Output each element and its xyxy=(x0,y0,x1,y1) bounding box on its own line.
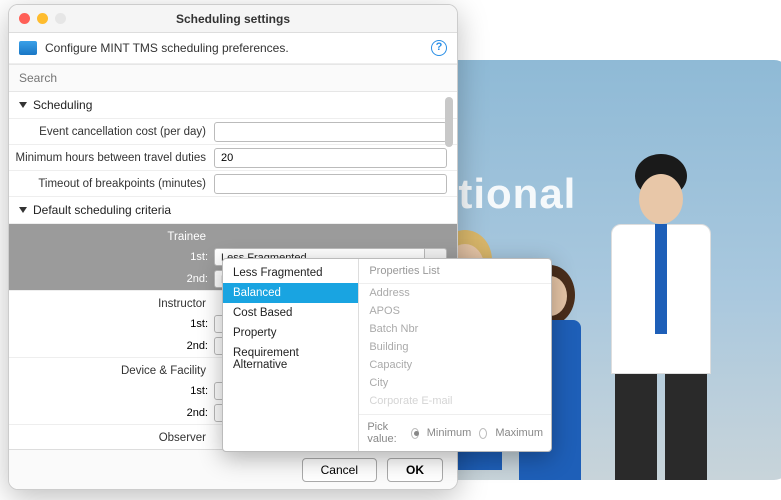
min-hours-input[interactable] xyxy=(214,148,447,168)
titlebar: Scheduling settings xyxy=(9,5,457,33)
cancel-button[interactable]: Cancel xyxy=(302,458,377,482)
prop-item[interactable]: Address xyxy=(359,284,551,302)
section-criteria[interactable]: Default scheduling criteria xyxy=(9,197,457,224)
event-cancel-cost-input[interactable] xyxy=(214,122,447,142)
option-property[interactable]: Property xyxy=(223,323,358,343)
section-scheduling[interactable]: Scheduling xyxy=(9,92,457,119)
ord-label: 2nd: xyxy=(9,273,214,285)
pick-label: Pick value: xyxy=(367,421,402,445)
role-label: Trainee xyxy=(9,227,214,243)
properties-header: Properties List xyxy=(359,259,551,284)
field-label: Event cancellation cost (per day) xyxy=(9,126,214,138)
max-label: Maximum xyxy=(495,427,543,439)
search-input[interactable] xyxy=(9,64,457,92)
criteria-picker-popup: Less Fragmented Balanced Cost Based Prop… xyxy=(222,258,552,452)
option-balanced[interactable]: Balanced xyxy=(223,283,358,303)
field-row: Event cancellation cost (per day) xyxy=(9,119,457,145)
prop-item[interactable]: Building xyxy=(359,338,551,356)
prop-item[interactable]: APOS xyxy=(359,302,551,320)
close-icon[interactable] xyxy=(19,13,30,24)
properties-panel: Properties List Address APOS Batch Nbr B… xyxy=(359,259,551,451)
prop-item[interactable]: City xyxy=(359,374,551,392)
window-title: Scheduling settings xyxy=(9,12,457,26)
chevron-down-icon xyxy=(19,102,27,108)
option-requirement-alt[interactable]: Requirement Alternative xyxy=(223,343,358,375)
role-label: Observer xyxy=(9,428,214,444)
timeout-input[interactable] xyxy=(214,174,447,194)
field-row: Timeout of breakpoints (minutes) xyxy=(9,171,457,197)
section-title: Default scheduling criteria xyxy=(33,203,171,217)
chevron-down-icon xyxy=(19,207,27,213)
field-row: Minimum hours between travel duties xyxy=(9,145,457,171)
option-cost-based[interactable]: Cost Based xyxy=(223,303,358,323)
option-list: Less Fragmented Balanced Cost Based Prop… xyxy=(223,259,359,451)
radio-minimum[interactable] xyxy=(411,428,419,439)
app-icon xyxy=(19,41,37,55)
option-less-fragmented[interactable]: Less Fragmented xyxy=(223,263,358,283)
role-label: Device & Facility xyxy=(9,361,214,377)
pick-value-row: Pick value: Minimum Maximum xyxy=(359,414,551,451)
window-controls[interactable] xyxy=(19,13,66,24)
prop-item[interactable]: Batch Nbr xyxy=(359,320,551,338)
radio-maximum[interactable] xyxy=(479,428,487,439)
minimize-icon[interactable] xyxy=(37,13,48,24)
prop-item[interactable]: Capacity xyxy=(359,356,551,374)
ok-button[interactable]: OK xyxy=(387,458,443,482)
scroll-thumb[interactable] xyxy=(445,97,453,147)
footer: Cancel OK xyxy=(9,449,457,489)
properties-list: Address APOS Batch Nbr Building Capacity… xyxy=(359,284,551,414)
min-label: Minimum xyxy=(427,427,472,439)
prop-item[interactable]: Corporate E-mail xyxy=(359,392,551,410)
field-label: Timeout of breakpoints (minutes) xyxy=(9,178,214,190)
zoom-icon[interactable] xyxy=(55,13,66,24)
subtitle: Configure MINT TMS scheduling preference… xyxy=(45,41,289,55)
ord-label: 1st: xyxy=(9,251,214,263)
role-label: Instructor xyxy=(9,294,214,310)
field-label: Minimum hours between travel duties xyxy=(9,152,214,164)
help-icon[interactable]: ? xyxy=(431,40,447,56)
subheader: Configure MINT TMS scheduling preference… xyxy=(9,33,457,64)
section-title: Scheduling xyxy=(33,98,92,112)
